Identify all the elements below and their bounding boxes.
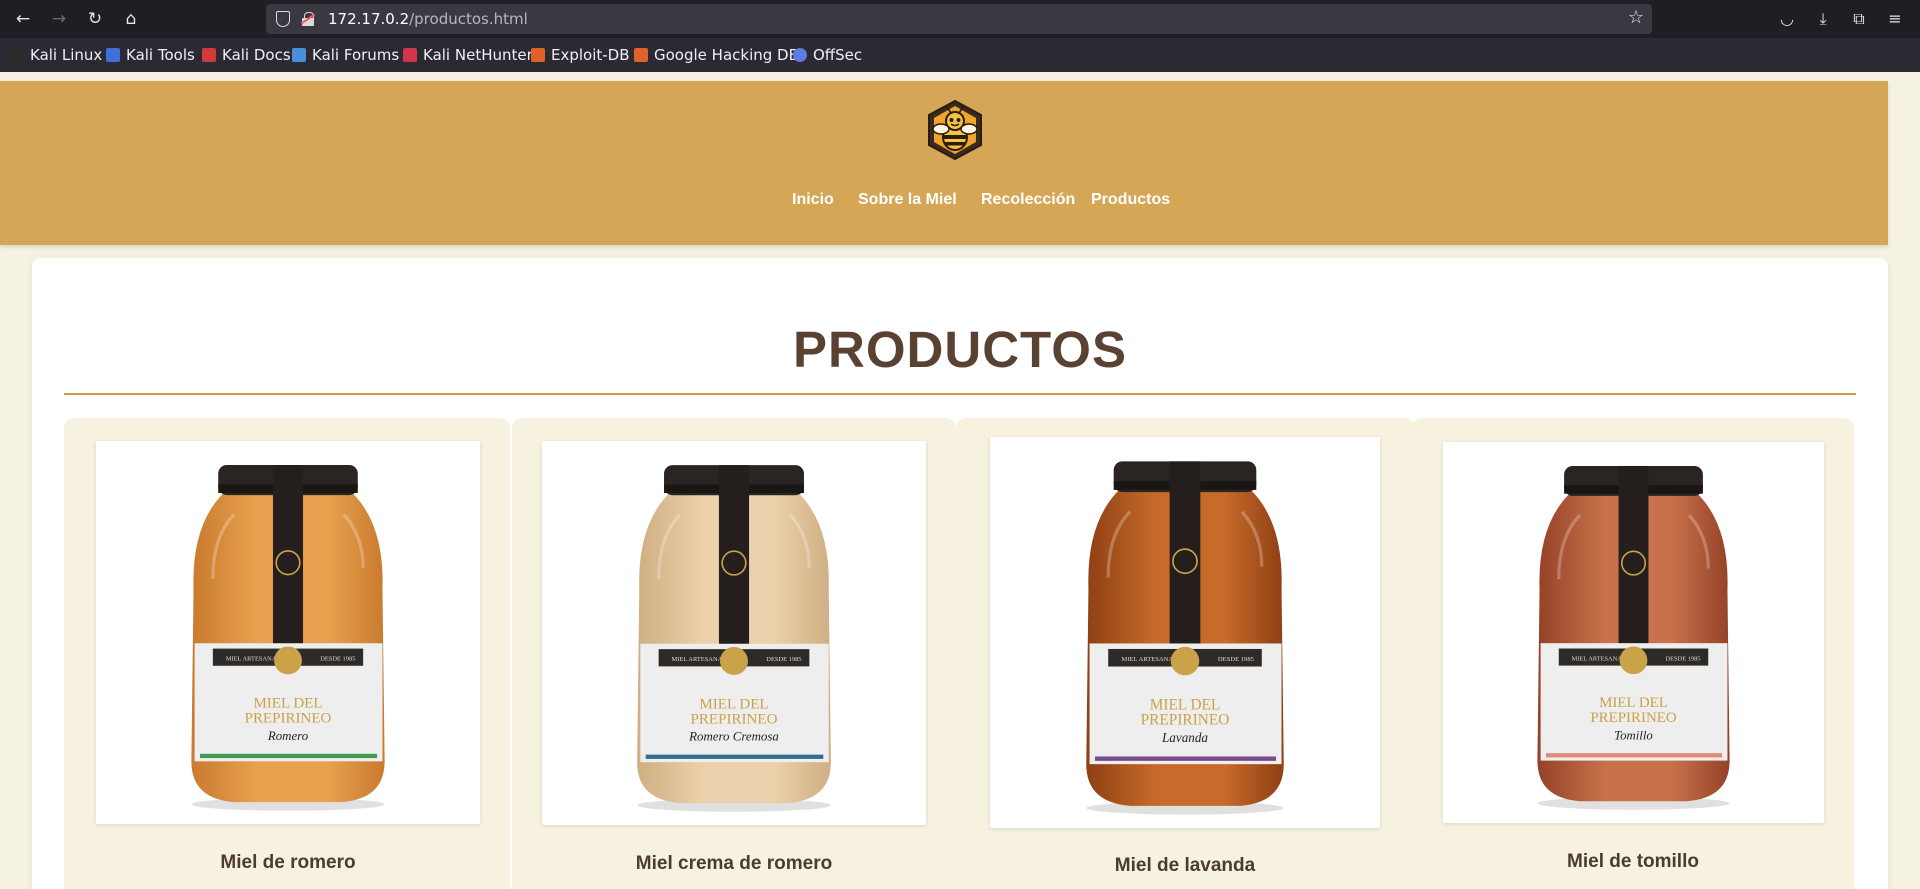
svg-text:DESDE 1985: DESDE 1985: [766, 656, 801, 663]
svg-text:DESDE 1985: DESDE 1985: [1666, 655, 1701, 662]
url-path: /productos.html: [409, 10, 528, 28]
bookmark-offsec[interactable]: OffSec: [793, 46, 862, 64]
product-image[interactable]: MIEL ARTESANA DESDE 1985 MIEL DEL PREPIR…: [990, 437, 1380, 828]
product-name[interactable]: Miel de romero: [68, 852, 508, 874]
svg-text:DESDE 1985: DESDE 1985: [320, 655, 355, 662]
page-title: PRODUCTOS: [793, 321, 1127, 378]
product-image[interactable]: MIEL ARTESANA DESDE 1985 MIEL DEL PREPIR…: [96, 441, 480, 824]
bookmark-exploit-db[interactable]: Exploit-DB: [531, 46, 630, 64]
bookmark-kali-nethunter[interactable]: Kali NetHunter: [403, 46, 533, 64]
svg-text:PREPIRINEO: PREPIRINEO: [1141, 712, 1230, 729]
svg-text:Lavanda: Lavanda: [1161, 730, 1208, 745]
url-host: 172.17.0.2: [328, 10, 410, 28]
svg-text:Romero Cremosa: Romero Cremosa: [688, 729, 779, 744]
bookmark-kali-docs[interactable]: Kali Docs: [202, 46, 291, 64]
home-icon[interactable]: ⌂: [119, 7, 143, 31]
svg-text:MIEL DEL: MIEL DEL: [699, 696, 768, 712]
svg-text:DESDE 1985: DESDE 1985: [1218, 656, 1255, 663]
kali-tools-icon: [106, 48, 120, 62]
honey-jar-illustration: MIEL ARTESANA DESDE 1985 MIEL DEL PREPIR…: [637, 465, 831, 812]
honey-jar-illustration: MIEL ARTESANA DESDE 1985 MIEL DEL PREPIR…: [1537, 465, 1730, 810]
svg-text:MIEL ARTESANA: MIEL ARTESANA: [1121, 656, 1173, 663]
bookmark-label: Google Hacking DB: [654, 46, 799, 64]
product-name[interactable]: Miel crema de romero: [514, 853, 954, 875]
product-image[interactable]: MIEL ARTESANA DESDE 1985 MIEL DEL PREPIR…: [542, 441, 926, 825]
svg-text:PREPIRINEO: PREPIRINEO: [1590, 710, 1677, 726]
kali-docs-icon: [202, 48, 216, 62]
google-hacking-db-icon: [634, 48, 648, 62]
browser-toolbar: ← → ↻ ⌂ 172.17.0.2/productos.html ☆ ◡ ⤓ …: [0, 0, 1920, 38]
bookmark-kali-tools[interactable]: Kali Tools: [106, 46, 195, 64]
downloads-icon[interactable]: ⤓: [1811, 7, 1835, 31]
bookmark-label: Kali Docs: [222, 46, 291, 64]
svg-text:MIEL DEL: MIEL DEL: [1599, 695, 1668, 711]
bookmark-label: Kali Linux: [30, 46, 103, 64]
shield-icon[interactable]: [276, 11, 290, 27]
product-name[interactable]: Miel de lavanda: [965, 855, 1405, 877]
bookmark-google-hacking-db[interactable]: Google Hacking DB: [634, 46, 799, 64]
kali-forums-icon: [292, 48, 306, 62]
kali-nethunter-icon: [403, 48, 417, 62]
bookmark-star-icon[interactable]: ☆: [1628, 7, 1644, 28]
nav-sobre-la-miel[interactable]: Sobre la Miel: [858, 191, 957, 209]
svg-text:MIEL ARTESANA: MIEL ARTESANA: [672, 656, 723, 663]
bookmark-kali-linux[interactable]: Kali Linux: [10, 46, 102, 64]
bookmark-kali-forums[interactable]: Kali Forums: [292, 46, 399, 64]
bookmark-label: OffSec: [813, 46, 863, 64]
honey-jar-illustration: MIEL ARTESANA DESDE 1985 MIEL DEL PREPIR…: [191, 465, 385, 811]
nav-recoleccion[interactable]: Recolección: [981, 191, 1075, 209]
product-image[interactable]: MIEL ARTESANA DESDE 1985 MIEL DEL PREPIR…: [1443, 442, 1824, 823]
exploit-db-icon: [531, 48, 545, 62]
svg-text:PREPIRINEO: PREPIRINEO: [245, 711, 332, 727]
svg-text:MIEL DEL: MIEL DEL: [253, 696, 322, 712]
pocket-icon[interactable]: ◡: [1775, 7, 1799, 31]
extensions-icon[interactable]: ⧉: [1847, 7, 1871, 31]
menu-icon[interactable]: ≡: [1883, 7, 1907, 31]
nav-productos[interactable]: Productos: [1091, 191, 1170, 209]
bookmarks-toolbar: Kali Linux Kali Tools Kali Docs Kali For…: [0, 38, 1920, 72]
bee-logo[interactable]: [925, 99, 985, 161]
url-text[interactable]: 172.17.0.2/productos.html: [328, 10, 528, 28]
kali-linux-icon: [10, 48, 24, 62]
svg-text:Romero: Romero: [267, 729, 309, 743]
insecure-lock-icon[interactable]: [300, 12, 316, 26]
bookmark-label: Kali Forums: [312, 46, 400, 64]
svg-text:Tomillo: Tomillo: [1614, 728, 1653, 742]
svg-text:MIEL ARTESANA: MIEL ARTESANA: [226, 655, 277, 662]
svg-text:PREPIRINEO: PREPIRINEO: [690, 711, 777, 727]
title-divider: [64, 393, 1856, 395]
honey-jar-illustration: MIEL ARTESANA DESDE 1985 MIEL DEL PREPIR…: [1086, 461, 1284, 815]
reload-icon[interactable]: ↻: [83, 7, 107, 31]
svg-text:MIEL ARTESANA: MIEL ARTESANA: [1572, 655, 1623, 662]
address-bar[interactable]: 172.17.0.2/productos.html ☆: [266, 4, 1652, 34]
bookmark-label: Kali NetHunter: [423, 46, 533, 64]
bookmark-label: Kali Tools: [126, 46, 195, 64]
main-nav: Inicio Sobre la Miel Recolección Product…: [0, 191, 1888, 213]
nav-inicio[interactable]: Inicio: [792, 191, 834, 209]
forward-icon[interactable]: →: [47, 7, 71, 31]
offsec-icon: [793, 48, 807, 62]
product-name[interactable]: Miel de tomillo: [1413, 851, 1853, 873]
bookmark-label: Exploit-DB: [551, 46, 630, 64]
page-scroll-area: [1899, 72, 1920, 889]
back-icon[interactable]: ←: [11, 7, 35, 31]
